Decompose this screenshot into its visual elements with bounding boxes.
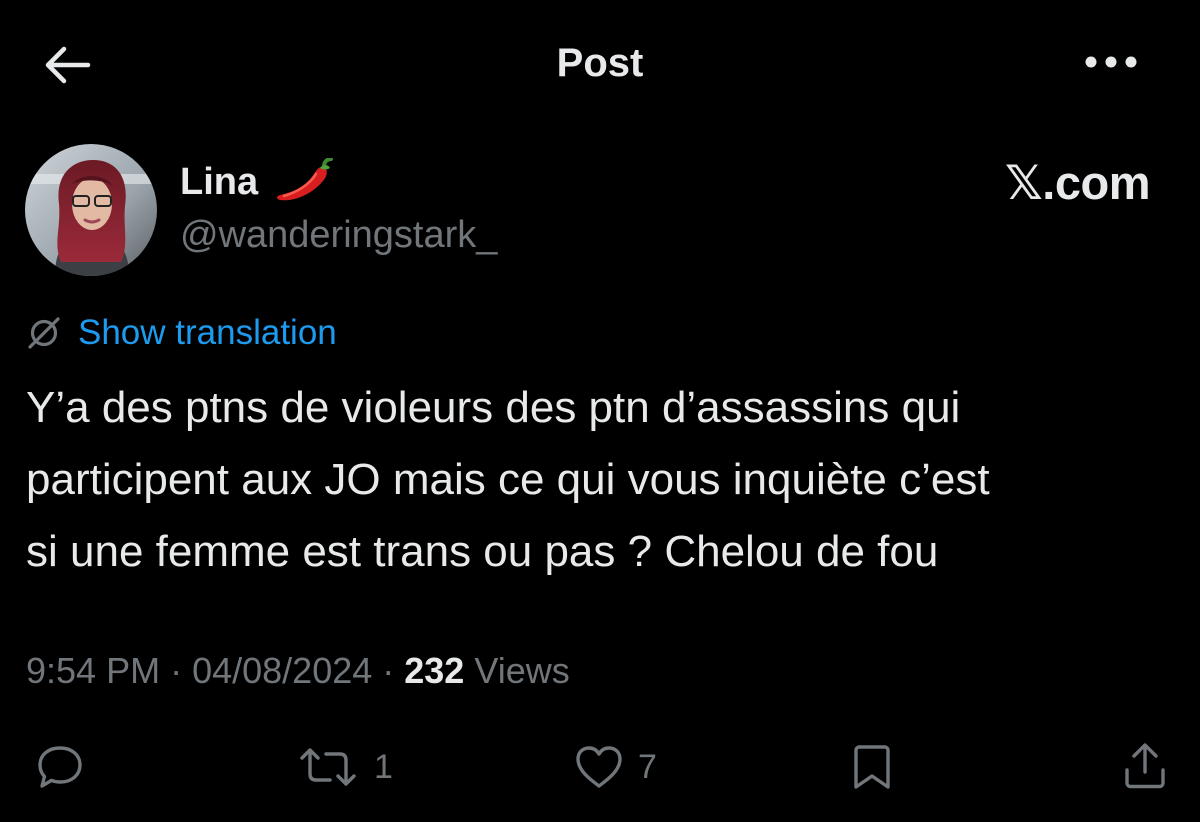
post-date: 04/08/2024 xyxy=(192,650,373,691)
author-display-name[interactable]: Lina xyxy=(180,158,336,206)
page-title: Post xyxy=(556,41,644,85)
avatar-photo xyxy=(25,144,157,276)
like-button[interactable]: 7 xyxy=(574,744,657,790)
post-meta: 9:54 PM · 04/08/2024 · 232 Views xyxy=(26,648,570,694)
reply-button[interactable] xyxy=(36,744,84,790)
repost-count: 1 xyxy=(374,748,393,786)
more-options-button[interactable] xyxy=(1076,40,1146,84)
share-button[interactable] xyxy=(1122,742,1168,790)
repost-icon xyxy=(300,748,356,786)
post-time: 9:54 PM xyxy=(26,650,161,691)
reply-icon xyxy=(38,746,82,788)
show-translation-button[interactable]: Show translation xyxy=(26,311,337,355)
author-handle[interactable]: @wanderingstark_ xyxy=(180,212,497,258)
author-name: Lina xyxy=(180,161,259,203)
views-label[interactable]: Views xyxy=(474,650,569,691)
post-text-line: participent aux JO mais ce qui vous inqu… xyxy=(26,455,990,504)
repost-button[interactable]: 1 xyxy=(296,744,393,790)
post-text: Y’a des ptns de violeurs des ptn d’assas… xyxy=(26,372,1176,588)
translate-globe-icon xyxy=(28,317,60,349)
translation-label: Show translation xyxy=(78,313,337,352)
more-horizontal-icon xyxy=(1085,56,1137,68)
post-text-line: si une femme est trans ou pas ? Chelou d… xyxy=(26,527,939,576)
meta-separator: · xyxy=(372,650,405,691)
bookmark-icon xyxy=(854,745,890,789)
share-icon xyxy=(1125,743,1165,789)
views-count[interactable]: 232 xyxy=(404,650,464,691)
like-count: 7 xyxy=(638,748,657,786)
chili-pepper-icon xyxy=(277,158,334,201)
heart-icon xyxy=(576,746,622,788)
avatar[interactable] xyxy=(25,144,157,276)
meta-separator: · xyxy=(160,650,193,691)
post-text-line: Y’a des ptns de violeurs des ptn d’assas… xyxy=(26,383,961,432)
brand-watermark: 𝕏.com xyxy=(1004,156,1151,209)
bookmark-button[interactable] xyxy=(850,744,894,790)
